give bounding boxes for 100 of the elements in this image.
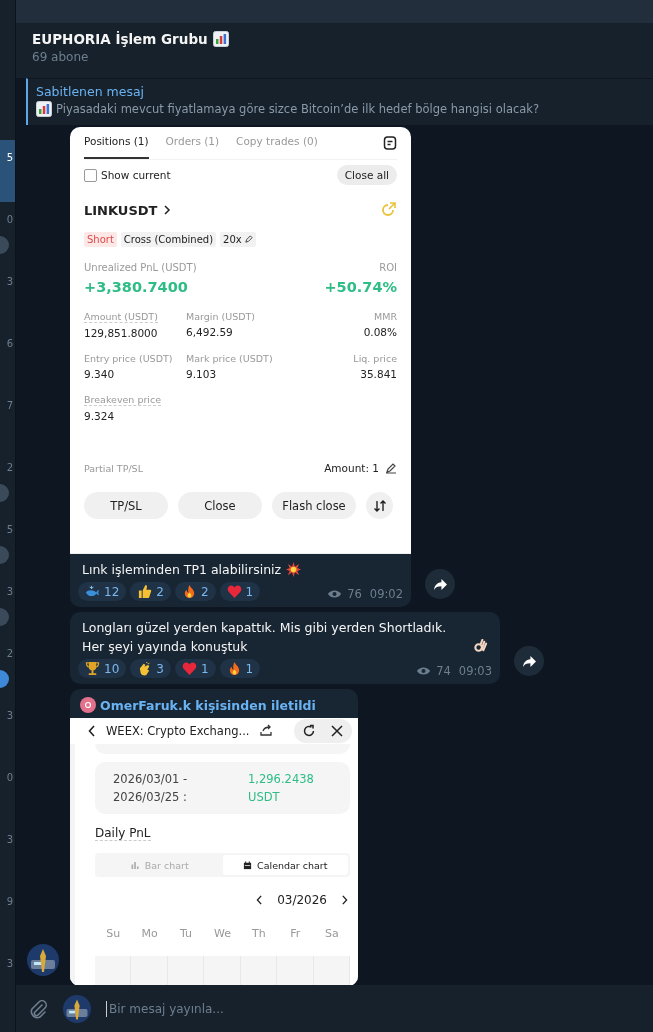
field-value: 9.324 [84, 410, 116, 422]
reaction-chip[interactable]: 12 [78, 582, 127, 601]
reaction-chip[interactable]: 1 [174, 659, 216, 678]
calendar-day-cell[interactable] [131, 956, 168, 985]
reaction-chip[interactable]: 1 [219, 659, 261, 678]
next-month-icon[interactable] [341, 895, 348, 905]
message-text: Lınk işleminden TP1 alabilirsiniz [82, 561, 282, 579]
calendar-day-cell[interactable] [240, 956, 278, 985]
view-count: 76 [347, 587, 362, 601]
chat-time-fragment: 2 [6, 648, 13, 659]
subscriber-count: 69 abone [32, 50, 90, 64]
pencil-icon[interactable] [243, 235, 253, 244]
chat-list-item[interactable]: 2 [0, 636, 15, 698]
channel-title: EUPHORIA İşlem Grubu [32, 31, 208, 47]
field-label: MMR [374, 311, 397, 322]
forward-icon [521, 654, 537, 668]
calendar-day-cell[interactable] [167, 956, 205, 985]
position-action-button[interactable]: Flash close [272, 492, 356, 519]
back-icon[interactable] [88, 725, 96, 737]
position-tag: Short [84, 232, 117, 247]
chat-time-fragment: 3 [6, 276, 13, 287]
chat-list-item[interactable]: 5 [0, 512, 15, 574]
ok-hand-icon [473, 639, 488, 654]
bar-chart-icon [36, 101, 52, 117]
weekday-label: Mo [140, 927, 159, 940]
weekday-label: Th [251, 927, 267, 940]
document-icon[interactable] [383, 136, 397, 150]
chat-list-item[interactable]: 0 [0, 202, 15, 264]
user-avatar[interactable] [63, 994, 91, 1023]
field-value: 6,492.59 [186, 326, 234, 338]
reaction-chip[interactable]: 2 [174, 582, 216, 601]
views-icon [327, 589, 343, 599]
reaction-chip[interactable]: 2 [130, 582, 171, 601]
chat-time-fragment: 2 [6, 462, 13, 473]
chat-list-item[interactable]: 3 [0, 946, 15, 1008]
positions-tab[interactable]: Positions (1) [84, 127, 149, 159]
message-composer[interactable]: Bir mesaj yayınla... [16, 985, 653, 1032]
position-action-button[interactable]: TP/SL [84, 492, 168, 519]
pnl-value: +3,380.7400 [84, 279, 188, 295]
chat-time-fragment: 3 [6, 958, 13, 969]
chat-time-fragment: 0 [6, 772, 13, 783]
chart-view-tab[interactable]: Calendar chart [222, 855, 348, 875]
chat-list-item[interactable]: 0 [0, 760, 15, 822]
field-label: Margin (USDT) [186, 311, 256, 322]
field-label: Amount (USDT) [84, 311, 158, 323]
forward-button[interactable] [514, 646, 544, 676]
field-value: 129,851.8000 [84, 327, 159, 339]
calendar-day-cell[interactable] [313, 956, 350, 985]
weekday-label: Su [105, 927, 122, 940]
thumbs-up-icon [137, 584, 153, 599]
field-label: Entry price (USDT) [84, 353, 174, 364]
message-time: 09:02 [369, 587, 403, 601]
reaction-chip[interactable]: 10 [78, 659, 127, 678]
chat-list-item[interactable]: 7 [0, 388, 15, 450]
chat-list-item[interactable]: 3 [0, 698, 15, 760]
pencil-icon[interactable] [385, 462, 397, 474]
weekday-label: Tu [179, 927, 194, 940]
close-icon[interactable] [330, 724, 344, 738]
calendar-day-cell[interactable] [277, 956, 314, 985]
forwarded-from[interactable]: OmerFaruk.k kişisinden iletildi [100, 697, 316, 713]
refresh-icon[interactable] [302, 724, 316, 738]
chat-time-fragment: 5 [6, 152, 13, 163]
heart-icon [181, 661, 197, 676]
reaction-chip[interactable]: 1 [219, 582, 261, 601]
message-input[interactable]: Bir mesaj yayınla... [106, 1000, 653, 1017]
field-value: 0.08% [363, 326, 397, 338]
position-action-button[interactable]: Close [178, 492, 262, 519]
attach-icon[interactable] [28, 998, 48, 1019]
pinned-message-bar[interactable]: Sabitlenen mesaj Piyasadaki mevcut fiyatlamaya göre sizce Bitcoin’de ilk hedef bölge hangisi olacak? [26, 78, 653, 125]
channel-avatar[interactable] [27, 944, 59, 976]
sort-button[interactable] [366, 492, 393, 519]
pinned-label: Sabitlenen mesaj [36, 84, 146, 99]
chat-list-item[interactable]: 9 [0, 884, 15, 946]
close-all-button[interactable]: Close all [336, 165, 397, 185]
whale-icon [85, 584, 100, 599]
symbol-name[interactable]: LINKUSDT [84, 202, 158, 218]
chat-list-item[interactable]: 3 [0, 264, 15, 326]
pinned-text: Piyasadaki mevcut fiyatlamaya göre sizce Bitcoin’de ilk hedef bölge hangisi olacak? [56, 102, 540, 116]
forward-icon [432, 577, 448, 591]
weekday-label: Sa [323, 927, 340, 940]
reaction-chip[interactable]: 3 [130, 659, 171, 678]
forward-button[interactable] [425, 569, 455, 599]
calendar-day-cell[interactable] [204, 956, 241, 985]
chevron-right-icon [163, 205, 172, 215]
chat-header[interactable]: EUPHORIA İşlem Grubu 69 abone [16, 23, 653, 78]
share-icon[interactable] [259, 724, 274, 738]
chat-list-item[interactable]: 2 [0, 450, 15, 512]
previous-month-icon[interactable] [256, 895, 264, 905]
calendar-day-cell[interactable] [95, 956, 132, 985]
field-label: Mark price (USDT) [186, 353, 274, 364]
chat-list-item[interactable]: 3 [0, 574, 15, 636]
chat-list-item[interactable]: 3 [0, 822, 15, 884]
show-current-checkbox[interactable]: Show current [84, 168, 171, 182]
field-value: 9.340 [84, 368, 116, 380]
position-tag: Cross (Combined) [120, 232, 217, 247]
explosion-icon [286, 562, 302, 577]
view-count: 74 [436, 664, 451, 678]
chat-list-item[interactable]: 6 [0, 326, 15, 388]
clapping-hands-icon [137, 661, 153, 676]
chat-list-item[interactable]: 5 [0, 140, 15, 202]
